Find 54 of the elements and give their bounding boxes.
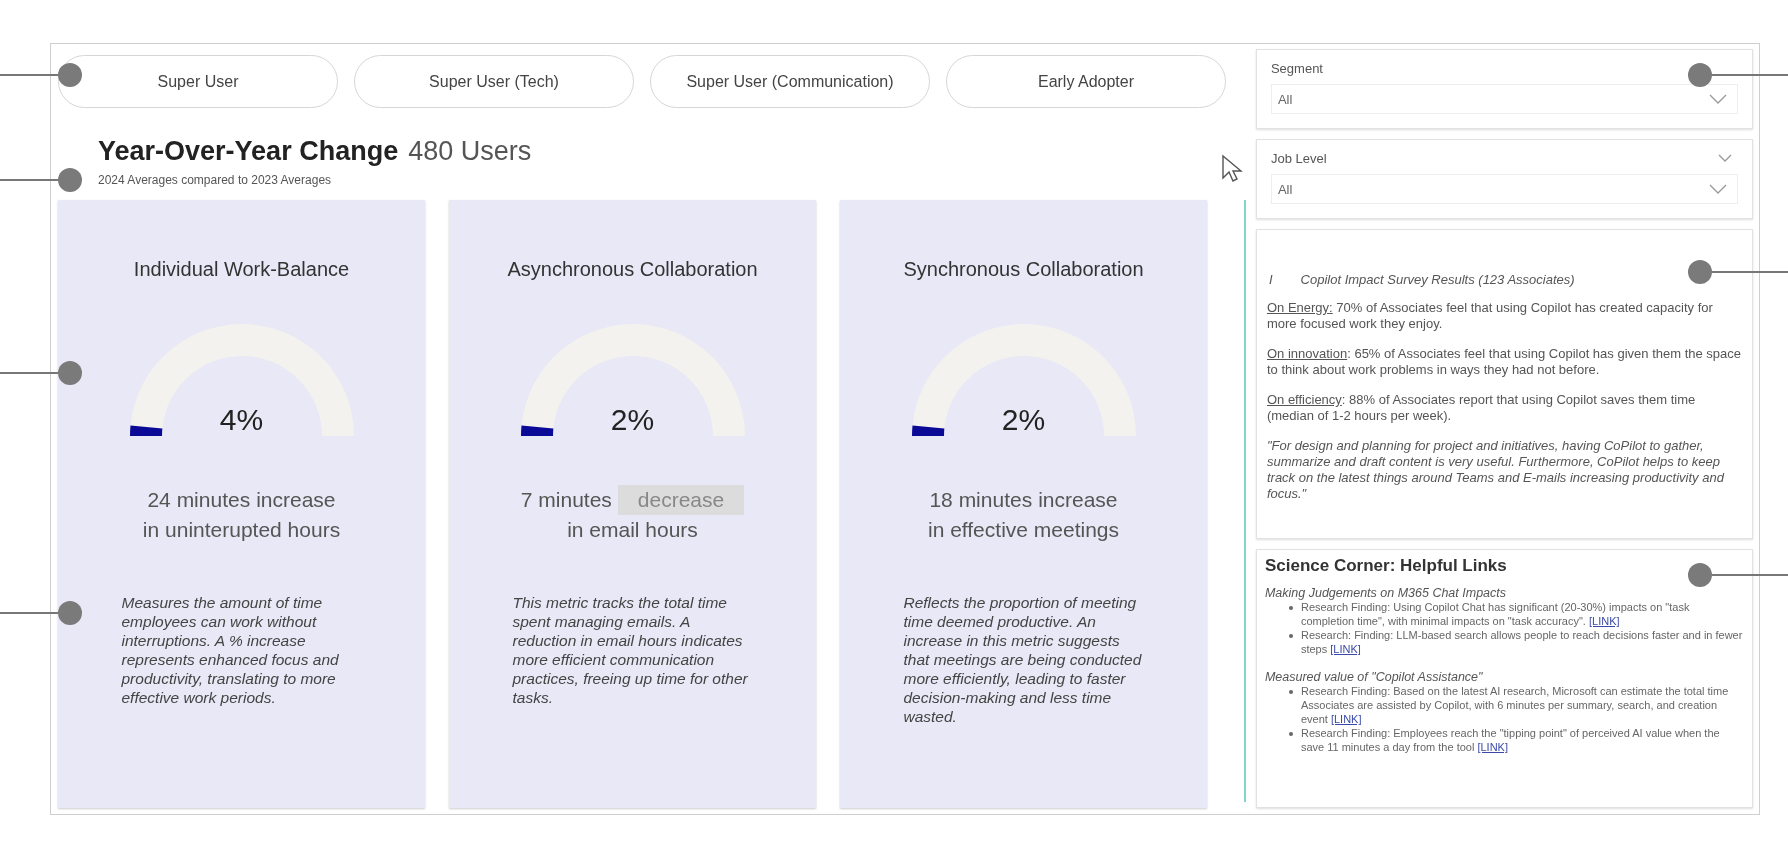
- metric-title: Synchronous Collaboration: [903, 258, 1144, 281]
- research-finding: Research Finding: Employees reach the "tipping point" of perceived AI value when the save 11 minutes a day from the tool [LINK]: [1300, 726, 1721, 754]
- page-subtitle: 2024 Averages compared to 2023 Averages: [98, 173, 333, 187]
- metric-description: Reflects the proportion of meeting time deemed productive. An increase in this metric suggests that meetings are being conducted more efficiently, leading to faster decision-making and less time wasted.: [903, 593, 1143, 726]
- chevron-icon: [1709, 94, 1727, 104]
- change-detail: in email hours: [566, 517, 699, 543]
- bullet-icon: [1288, 690, 1293, 694]
- segment-button[interactable]: Super User (Communication): [650, 55, 930, 108]
- change-direction: increase: [1038, 487, 1118, 513]
- gauge-value: 2%: [609, 403, 656, 437]
- metric-description: This metric tracks the total time spent managing emails. A reduction in email hours indicates more efficient communication practices, freeing up time for other tasks.: [512, 593, 749, 707]
- filter-label: Job Level: [1270, 150, 1327, 166]
- change-detail: in uninterupted hours: [142, 517, 341, 543]
- change-amount: 18 minutes: [929, 487, 1033, 513]
- user-count: 480 Users: [408, 136, 532, 167]
- research-finding: Research Finding: Using Copilot Chat has significant (20-30%) impacts on "task completion time", with minimal impacts on "task accuracy". [LINK]: [1300, 600, 1691, 628]
- change-amount: 7 minutes: [520, 487, 612, 513]
- link[interactable]: [LINK]: [1330, 713, 1362, 725]
- survey-quote: "For design and planning for project and initiatives, having CoPilot to gather, summarize and draft content is very useful. Furthermore, CoPilot helps to keep track on the latest things around Teams and E-mails increasing productivity and focus.": [1266, 438, 1726, 502]
- gauge-value: 4%: [218, 403, 265, 437]
- research-finding: Research Finding: Based on the latest AI research, Microsoft can estimate the total time Associates are assisted by Copilot, with 6 minutes per summary, search, and creation event [LINK]: [1300, 684, 1730, 726]
- filter-label: Segment: [1270, 60, 1323, 76]
- survey-finding: On innovation: 65% of Associates feel that using Copilot has given them the space to think about work problems in ways they had not before.: [1266, 346, 1742, 378]
- segment-button[interactable]: Early Adopter: [946, 55, 1226, 108]
- link[interactable]: [LINK]: [1477, 741, 1508, 753]
- bullet-icon: [1288, 634, 1293, 638]
- change-amount: 24 minutes: [147, 487, 251, 513]
- metric-title: Individual Work-Balance: [133, 258, 350, 281]
- bullet-icon: [1288, 606, 1293, 610]
- bullet-icon: [1288, 732, 1293, 736]
- change-direction: increase: [256, 487, 336, 513]
- gauge-value: 2%: [1000, 403, 1047, 437]
- link[interactable]: [LINK]: [1330, 643, 1361, 655]
- survey-finding: On efficiency: 88% of Associates report that using Copilot saves them time (median of 1-2 hours per week).: [1266, 392, 1697, 424]
- group-heading: Measured value of "Copilot Assistance": [1264, 670, 1484, 684]
- chevron-icon[interactable]: [1718, 154, 1732, 162]
- change-direction: decrease: [617, 485, 745, 515]
- metric-title: Asynchronous Collaboration: [507, 258, 758, 281]
- metric-description: Measures the amount of time employees can work without interruptions. A % increase represents enhanced focus and productivity, translating to more effective work periods.: [121, 593, 340, 707]
- filter-dropdown[interactable]: All: [1270, 174, 1738, 204]
- survey-title: Copilot Impact Survey Results (123 Associates): [1300, 272, 1575, 288]
- panel-title: Science Corner: Helpful Links: [1264, 556, 1508, 576]
- change-detail: in effective meetings: [927, 517, 1120, 543]
- filter-dropdown[interactable]: All: [1270, 84, 1738, 114]
- chevron-icon: [1709, 184, 1727, 194]
- pointer-icon: [1221, 154, 1243, 184]
- segment-button[interactable]: Super User: [58, 55, 338, 108]
- survey-marker: I: [1268, 272, 1273, 288]
- link[interactable]: [LINK]: [1588, 615, 1620, 627]
- page-title: Year-Over-Year Change: [98, 136, 399, 167]
- group-heading: Making Judgements on M365 Chat Impacts: [1264, 586, 1508, 600]
- segment-button[interactable]: Super User (Tech): [354, 55, 634, 108]
- survey-finding: On Energy: 70% of Associates feel that using Copilot has created capacity for more focused work they enjoy.: [1266, 300, 1714, 332]
- research-finding: Research: Finding: LLM-based search allows people to reach decisions faster and in fewer steps [LINK]: [1300, 628, 1744, 656]
